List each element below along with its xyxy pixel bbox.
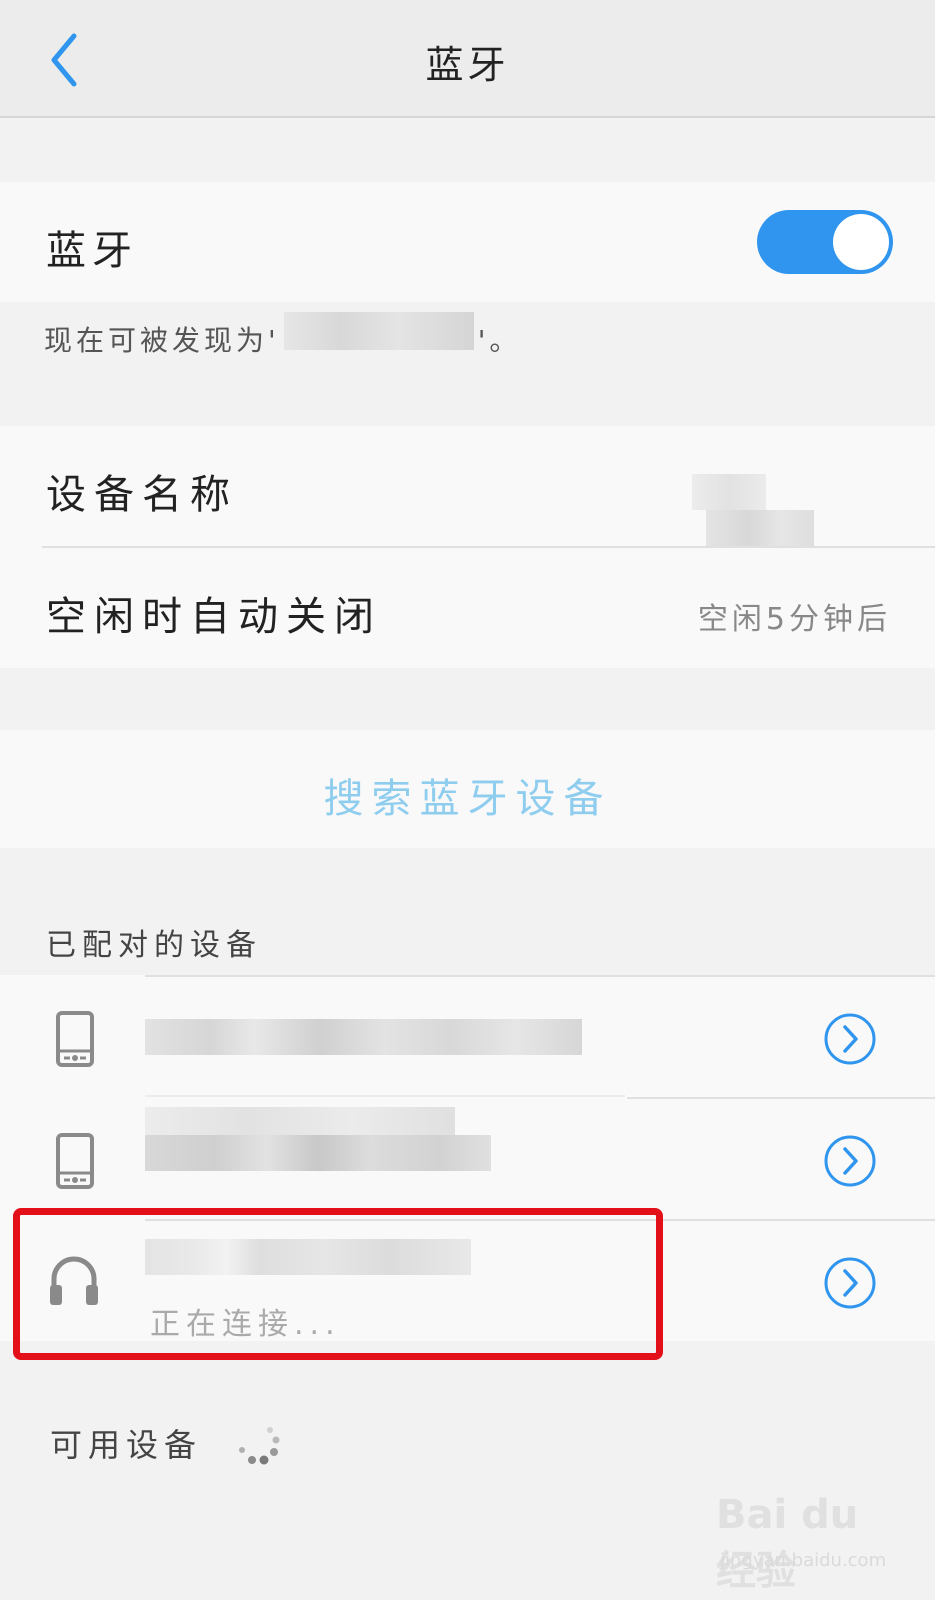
paired-devices-header: 已配对的设备 (46, 928, 262, 963)
redacted-device-name (145, 1019, 582, 1055)
search-devices-label: 搜索蓝牙设备 (323, 776, 612, 822)
watermark-url: jingyan.baidu.com (720, 1550, 887, 1571)
auto-off-label: 空闲时自动关闭 (46, 594, 382, 640)
chevron-right-circle-icon[interactable] (823, 1134, 877, 1188)
bluetooth-settings-screen: 蓝牙 蓝牙 现在可被发现为' '。 设备名称 空闲时自动关闭 空闲5分钟后 搜索蓝… (0, 0, 935, 1600)
redacted-device-name-value (692, 474, 892, 546)
discoverable-prefix: 现在可被发现为' (44, 324, 280, 357)
phone-icon (56, 1011, 94, 1067)
settings-group: 设备名称 空闲时自动关闭 空闲5分钟后 (0, 426, 935, 668)
bluetooth-toggle[interactable] (757, 210, 893, 274)
device-name-row[interactable]: 设备名称 (0, 426, 935, 546)
loading-spinner-icon (239, 1427, 280, 1465)
redacted-device-name (283, 312, 474, 350)
header-bar: 蓝牙 (0, 0, 935, 118)
divider (145, 1095, 625, 1097)
discoverable-text: 现在可被发现为' '。 (44, 312, 521, 359)
auto-off-value: 空闲5分钟后 (697, 602, 891, 637)
toggle-knob (833, 214, 889, 270)
redacted-device-name (145, 1135, 491, 1171)
available-devices-header: 可用设备 (50, 1426, 203, 1464)
bluetooth-label: 蓝牙 (46, 228, 138, 274)
paired-device-row[interactable] (0, 977, 935, 1097)
redacted-device-name (145, 1107, 455, 1135)
baidu-jingyan-watermark: Bai du 经验 jingyan.baidu.com (716, 1492, 896, 1594)
highlight-annotation (13, 1208, 663, 1360)
device-name-label: 设备名称 (46, 472, 238, 518)
search-devices-button[interactable]: 搜索蓝牙设备 (0, 730, 935, 848)
page-title: 蓝牙 (425, 43, 510, 87)
paired-device-row[interactable] (0, 1099, 935, 1219)
chevron-right-circle-icon[interactable] (823, 1256, 877, 1310)
discoverable-suffix: '。 (477, 324, 522, 357)
auto-off-row[interactable]: 空闲时自动关闭 空闲5分钟后 (0, 548, 935, 668)
chevron-right-circle-icon[interactable] (823, 1012, 877, 1066)
phone-icon (56, 1133, 94, 1189)
watermark-logo: Bai du 经验 (716, 1492, 859, 1594)
